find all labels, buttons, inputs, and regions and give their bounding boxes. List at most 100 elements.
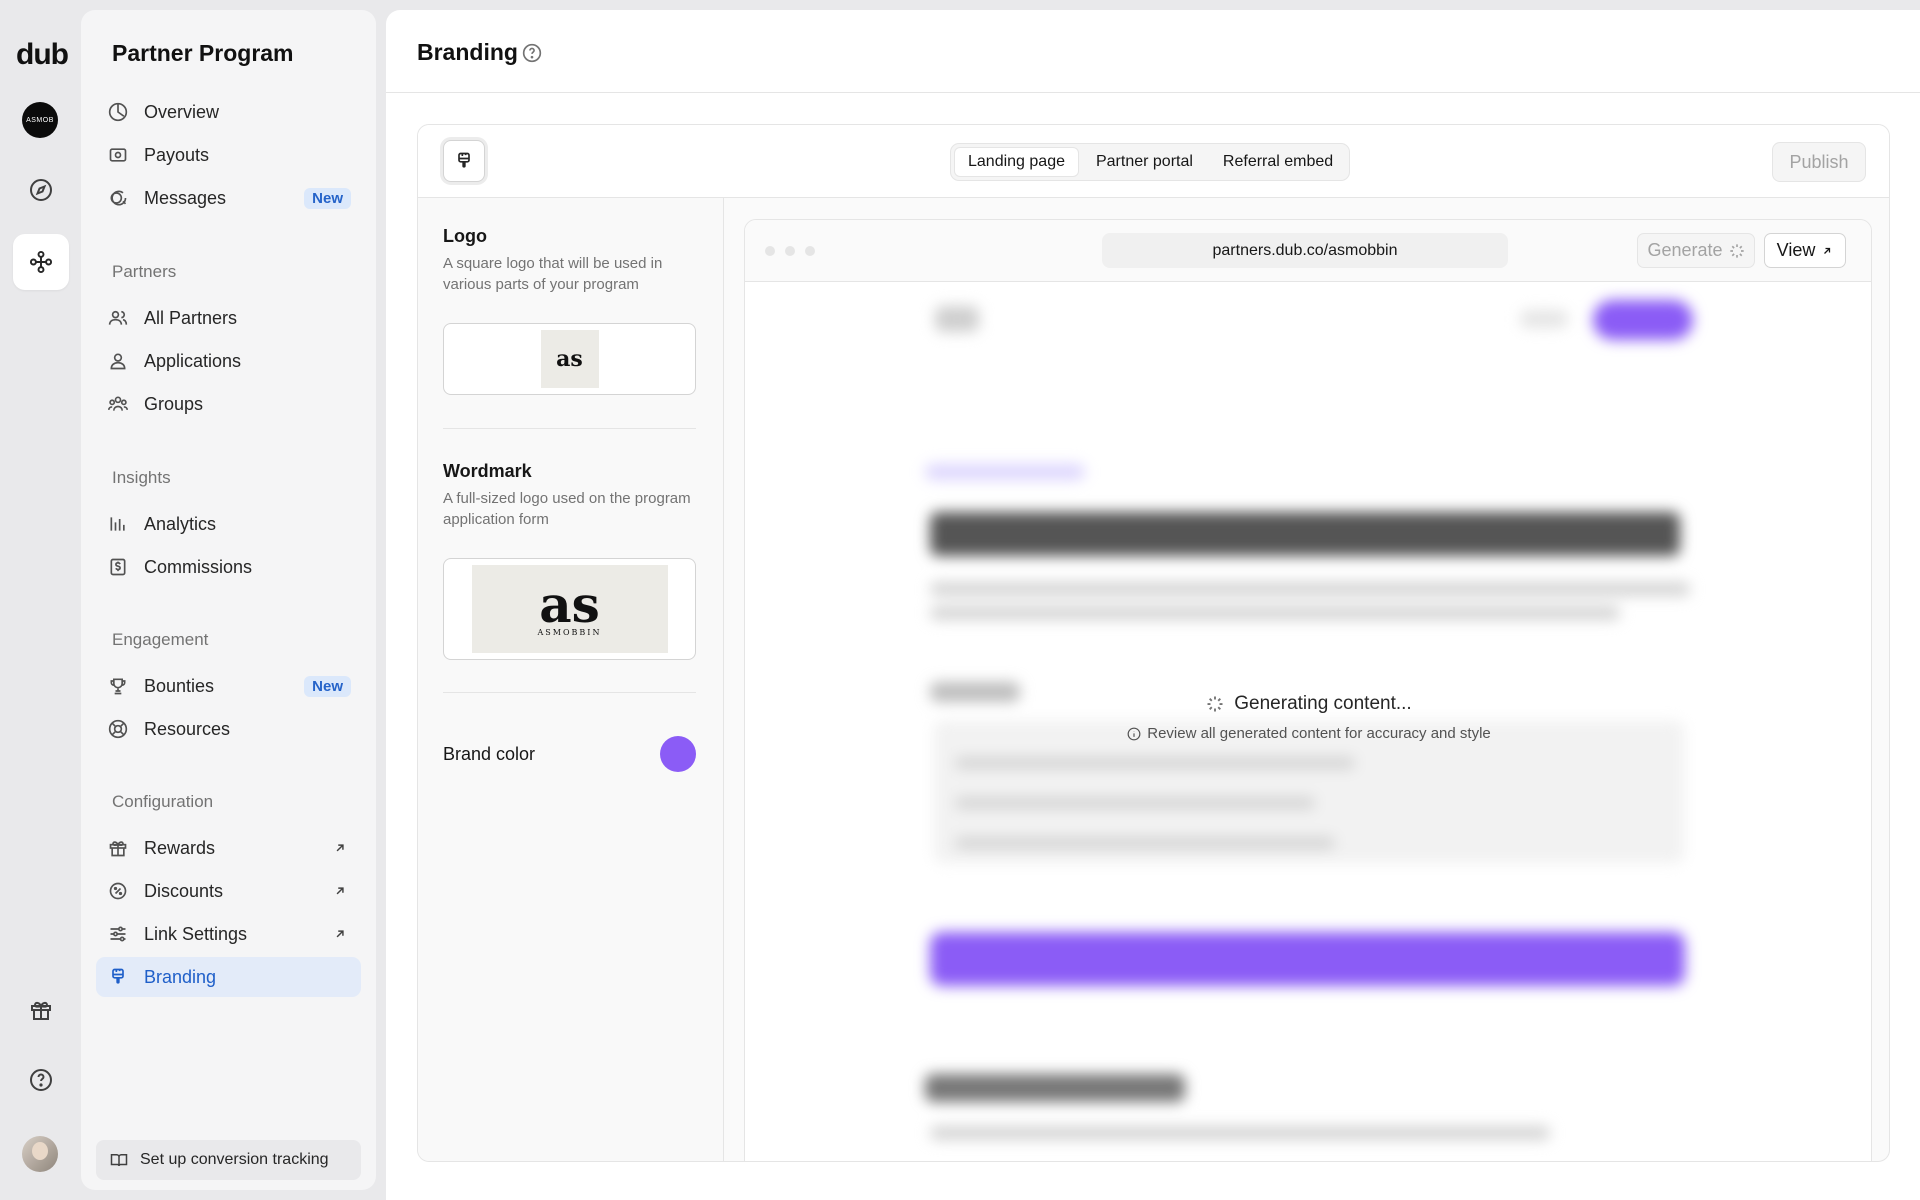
blurred-logo [935, 306, 979, 332]
wordmark-text: as [539, 574, 600, 634]
generate-button[interactable]: Generate [1637, 233, 1755, 268]
view-label: View [1776, 240, 1816, 260]
blurred-nav-link [1520, 310, 1568, 328]
blurred-paragraph [930, 582, 1690, 596]
new-badge: New [304, 676, 351, 697]
gift-icon [108, 838, 128, 858]
blurred-eyebrow [925, 464, 1085, 480]
help-circle-icon[interactable] [522, 43, 542, 63]
section-heading-insights: Insights [112, 468, 171, 487]
section-heading-partners: Partners [112, 262, 177, 281]
payouts-icon [108, 145, 128, 165]
user-avatar[interactable] [22, 1136, 58, 1172]
sidebar-item-label: Branding [144, 966, 217, 987]
wordmark-upload[interactable]: as ASMOBBIN [443, 558, 696, 660]
blurred-line [955, 837, 1335, 849]
blurred-section-title [925, 1074, 1185, 1102]
groups-icon [108, 394, 128, 414]
gift-icon[interactable] [13, 982, 69, 1038]
sidebar-item-label: Analytics [144, 513, 217, 534]
wordmark-subtext: ASMOBBIN [537, 627, 602, 637]
dub-logo[interactable]: dub [16, 38, 69, 72]
page-header: Branding [386, 10, 1920, 93]
generate-label: Generate [1647, 240, 1723, 260]
sidebar-item-label: Link Settings [144, 923, 248, 944]
sidebar: Partner Program Overview Payouts Message… [81, 10, 376, 1190]
tab-partner-portal[interactable]: Partner portal [1083, 147, 1206, 177]
sidebar-item-label: Resources [144, 718, 231, 739]
tab-referral-embed[interactable]: Referral embed [1210, 147, 1346, 177]
sidebar-item-payouts[interactable]: Payouts [96, 135, 361, 175]
branding-card: Landing page Partner portal Referral emb… [417, 124, 1890, 1162]
partner-program-icon[interactable] [13, 234, 69, 290]
sidebar-item-label: Messages [144, 187, 227, 208]
sidebar-item-messages[interactable]: Messages New [96, 178, 361, 218]
generating-overlay: Generating content... Review all generat… [745, 693, 1871, 742]
sidebar-item-groups[interactable]: Groups [96, 384, 361, 424]
external-arrow-icon [333, 884, 347, 898]
sidebar-item-analytics[interactable]: Analytics [96, 504, 361, 544]
wordmark-description: A full-sized logo used on the program ap… [443, 490, 691, 528]
page-title: Branding [417, 39, 518, 65]
view-button[interactable]: View [1764, 233, 1846, 268]
brand-color-label: Brand color [443, 744, 536, 764]
branding-toolbar: Landing page Partner portal Referral emb… [418, 125, 1889, 198]
review-note: Review all generated content for accurac… [1147, 725, 1491, 742]
sidebar-item-branding[interactable]: Branding [96, 957, 361, 997]
sidebar-item-label: Payouts [144, 144, 210, 165]
sidebar-item-commissions[interactable]: Commissions [96, 547, 361, 587]
brand-color-swatch[interactable] [660, 736, 696, 772]
logo-image: as [540, 330, 599, 388]
spinner-icon [1206, 695, 1224, 713]
commissions-icon [108, 557, 128, 577]
brush-icon [454, 151, 474, 171]
logo-upload[interactable]: as [443, 323, 696, 395]
logo-title: Logo [443, 226, 487, 246]
blurred-cta-button [1593, 300, 1693, 340]
messages-icon [108, 188, 128, 208]
main-content: Branding Landing page Partner portal Ref… [386, 10, 1920, 1200]
divider [443, 692, 696, 693]
sliders-icon [108, 924, 128, 944]
branding-settings-panel: Logo A square logo that will be used in … [418, 198, 724, 1161]
preview-url: partners.dub.co/asmobbin [1102, 233, 1508, 268]
workspace-avatar[interactable]: ASMOB [22, 102, 58, 138]
compass-icon[interactable] [13, 162, 69, 218]
wordmark-image: as ASMOBBIN [471, 565, 668, 653]
tab-landing-page[interactable]: Landing page [954, 147, 1079, 177]
wordmark-title: Wordmark [443, 461, 532, 481]
section-heading-engagement: Engagement [112, 630, 209, 649]
brush-toggle-button[interactable] [443, 140, 485, 182]
sidebar-item-bounties[interactable]: Bounties New [96, 666, 361, 706]
sidebar-item-label: Discounts [144, 880, 224, 901]
sidebar-item-link-settings[interactable]: Link Settings [96, 914, 361, 954]
divider [443, 428, 696, 429]
app-rail: dub ASMOB [0, 0, 80, 1200]
new-badge: New [304, 188, 351, 209]
blurred-line [955, 757, 1355, 769]
help-icon[interactable] [13, 1052, 69, 1108]
setup-conversion-tracking-button[interactable]: Set up conversion tracking [96, 1140, 361, 1180]
spinner-icon [1729, 243, 1745, 259]
preview-tabs: Landing page Partner portal Referral emb… [950, 143, 1351, 181]
sidebar-item-label: Overview [144, 101, 220, 122]
preview-browser-bar: partners.dub.co/asmobbin Generate View [745, 220, 1871, 282]
external-arrow-icon [333, 841, 347, 855]
sidebar-item-all-partners[interactable]: All Partners [96, 298, 361, 338]
blurred-line [955, 797, 1315, 809]
sidebar-item-resources[interactable]: Resources [96, 709, 361, 749]
sidebar-item-overview[interactable]: Overview [96, 92, 361, 132]
sidebar-item-applications[interactable]: Applications [96, 341, 361, 381]
generating-text: Generating content... [1234, 693, 1412, 714]
publish-button[interactable]: Publish [1772, 142, 1866, 182]
brush-icon [108, 967, 128, 987]
sidebar-item-discounts[interactable]: Discounts [96, 871, 361, 911]
blurred-apply-button [930, 932, 1685, 986]
sidebar-item-rewards[interactable]: Rewards [96, 828, 361, 868]
external-arrow-icon [333, 927, 347, 941]
logo-description: A square logo that will be used in vario… [443, 255, 663, 293]
sidebar-title: Partner Program [112, 40, 294, 66]
discount-icon [108, 881, 128, 901]
users-icon [108, 308, 128, 328]
sidebar-item-label: Bounties [144, 675, 215, 696]
